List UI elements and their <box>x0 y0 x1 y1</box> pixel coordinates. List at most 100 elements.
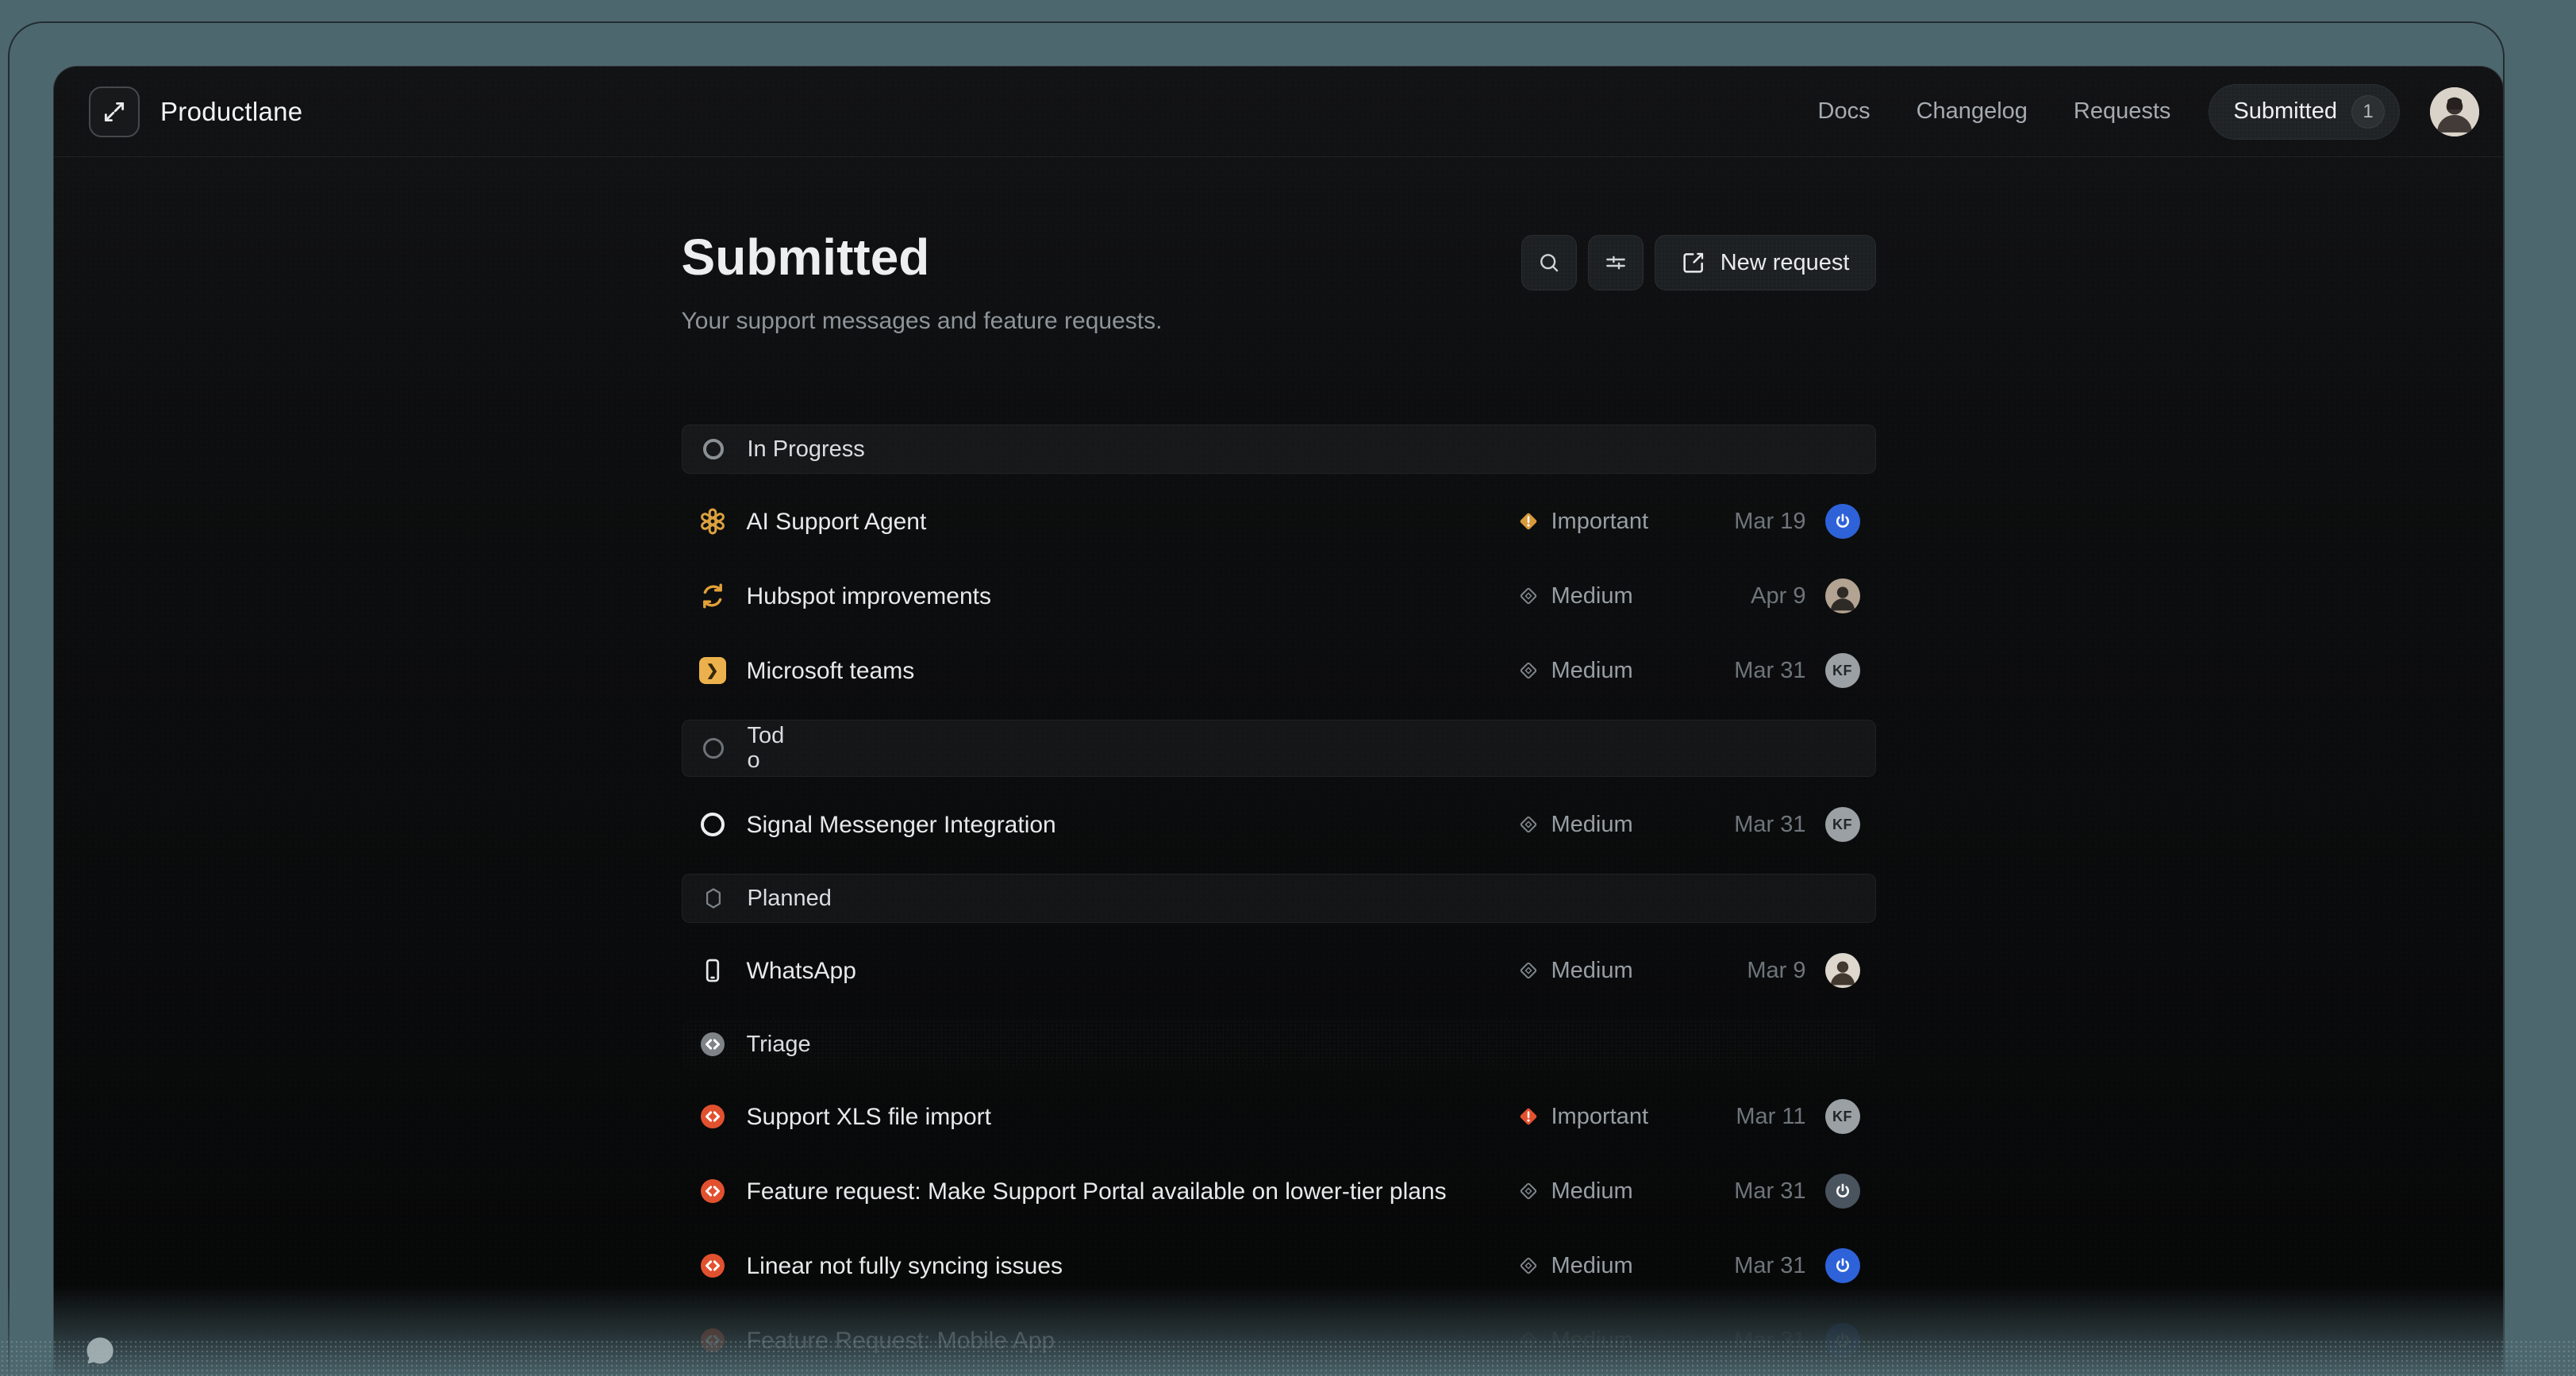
productlane-logo[interactable] <box>89 86 140 137</box>
section-status-icon <box>698 1029 728 1059</box>
compose-icon <box>1681 250 1706 275</box>
priority-medium-icon <box>1517 1328 1540 1352</box>
section-status-icon <box>698 883 729 913</box>
page-heading-block: Submitted Your support messages and feat… <box>682 229 1163 335</box>
request-title: Signal Messenger Integration <box>747 813 1056 837</box>
nav-links: Docs Changelog Requests <box>1818 98 2171 125</box>
triage-icon <box>698 1101 728 1132</box>
priority-medium-icon <box>1517 1179 1540 1203</box>
submitted-count-badge: 1 <box>2351 95 2385 129</box>
filter-sliders-icon <box>1603 250 1628 275</box>
filter-button[interactable] <box>1588 235 1644 290</box>
assignee-avatar-photo <box>1825 953 1860 988</box>
priority: Medium <box>1517 812 1687 838</box>
user-avatar[interactable] <box>2430 87 2479 136</box>
nav-item-docs[interactable]: Docs <box>1818 98 1870 125</box>
priority-medium-icon <box>1517 659 1540 682</box>
request-date: Mar 31 <box>1687 812 1806 838</box>
request-meta: Medium Apr 9 <box>1517 578 1860 613</box>
request-title: Feature request: Make Support Portal ava… <box>747 1179 1447 1204</box>
request-title: Support XLS file import <box>747 1105 991 1129</box>
section-label: Triage <box>747 1032 811 1057</box>
assignee-avatar-power <box>1825 1248 1860 1283</box>
nav-item-changelog[interactable]: Changelog <box>1917 98 2028 125</box>
request-row[interactable]: Support XLS file importImportantMar 11KF <box>682 1091 1876 1142</box>
triage-icon <box>698 1176 728 1206</box>
assignee-avatar-initials: KF <box>1825 807 1860 842</box>
page-subtitle: Your support messages and feature reques… <box>682 308 1163 335</box>
assignee-avatar-power <box>1825 1174 1860 1209</box>
priority: Important <box>1517 1104 1687 1130</box>
priority-label: Medium <box>1551 958 1633 984</box>
submitted-label: Submitted <box>2233 98 2337 125</box>
nav-item-submitted[interactable]: Submitted 1 <box>2209 84 2400 140</box>
section-label: Planned <box>748 886 832 911</box>
section-label: In Progress <box>748 437 865 462</box>
priority: Medium <box>1517 658 1687 684</box>
request-row[interactable]: Feature Request: Mobile App MediumMar 31 <box>682 1315 1876 1366</box>
nav-item-requests[interactable]: Requests <box>2074 98 2171 125</box>
brand-title: Productlane <box>160 97 302 127</box>
section-status-icon <box>698 434 729 464</box>
priority: Medium <box>1517 1178 1687 1205</box>
priority-medium-icon <box>1517 959 1540 982</box>
priority-label: Medium <box>1551 658 1633 684</box>
request-title: AI Support Agent <box>747 509 927 534</box>
priority-label: Medium <box>1551 1178 1633 1205</box>
request-date: Mar 31 <box>1687 658 1806 684</box>
request-meta: MediumMar 31 <box>1517 1323 1860 1358</box>
request-row[interactable]: WhatsAppMediumMar 9 <box>682 945 1876 996</box>
assignee-avatar-initials: KF <box>1825 653 1860 688</box>
request-row[interactable]: Hubspot improvementsMediumApr 9 <box>682 571 1876 621</box>
request-date: Mar 31 <box>1687 1253 1806 1279</box>
request-date: Mar 19 <box>1687 509 1806 535</box>
assignee-avatar-power <box>1825 504 1860 539</box>
priority-label: Medium <box>1551 1328 1633 1354</box>
priority: Medium <box>1517 958 1687 984</box>
triage-icon <box>698 1251 728 1281</box>
priority-label: Medium <box>1551 1253 1633 1279</box>
priority-label: Medium <box>1551 812 1633 838</box>
request-row[interactable]: Linear not fully syncing issuesMediumMar… <box>682 1240 1876 1291</box>
request-row[interactable]: ❯Microsoft teamsMediumMar 31KF <box>682 645 1876 696</box>
triage-icon <box>698 1325 728 1355</box>
page-actions: New request <box>1521 235 1876 290</box>
priority: Medium <box>1517 1328 1687 1354</box>
request-row[interactable]: Signal Messenger Integration Medium Mar 31… <box>682 799 1876 850</box>
new-request-label: New request <box>1721 250 1850 276</box>
requests-list: In Progress AI Support Agent Important Mar … <box>682 425 1876 1366</box>
sync-icon <box>698 581 728 611</box>
section-header-planned[interactable]: Planned <box>682 874 1876 923</box>
chat-widget-button[interactable] <box>83 1333 117 1368</box>
diagonal-arrows-icon <box>101 98 128 125</box>
priority-medium-icon <box>1517 1254 1540 1278</box>
section-status-icon <box>698 733 729 763</box>
request-meta: Medium Mar 31 <box>1517 1248 1860 1283</box>
section-header-tod-o[interactable]: Tod o <box>682 720 1876 777</box>
priority-medium-icon <box>1517 584 1540 608</box>
request-meta: MediumMar 31 <box>1517 1174 1860 1209</box>
priority-label: Medium <box>1551 583 1633 609</box>
app-window: Productlane Docs Changelog Requests Submit… <box>53 66 2504 1376</box>
request-meta: Medium Mar 31 KF <box>1517 653 1860 688</box>
page-title: Submitted <box>682 229 1163 286</box>
priority-label: Important <box>1551 1104 1649 1130</box>
section-header-in-progress[interactable]: In Progress <box>682 425 1876 474</box>
request-title: Feature Request: Mobile App <box>747 1328 1055 1353</box>
request-meta: Important Mar 19 <box>1517 504 1860 539</box>
section-header-triage[interactable]: Triage <box>682 1020 1876 1069</box>
request-row[interactable]: AI Support Agent Important Mar 19 <box>682 496 1876 547</box>
request-meta: Medium Mar 9 <box>1517 953 1860 988</box>
request-date: Mar 9 <box>1687 958 1806 984</box>
assignee-avatar-power <box>1825 1323 1860 1358</box>
phone-icon <box>698 955 728 986</box>
new-request-button[interactable]: New request <box>1655 235 1876 290</box>
assignee-avatar-initials: KF <box>1825 1099 1860 1134</box>
request-title: Microsoft teams <box>747 659 915 683</box>
priority-important-icon <box>1517 1105 1540 1128</box>
ring-white-icon <box>698 809 728 840</box>
request-row[interactable]: Feature request: Make Support Portal ava… <box>682 1166 1876 1216</box>
search-button[interactable] <box>1521 235 1577 290</box>
priority-label: Important <box>1551 509 1649 535</box>
request-date: Apr 9 <box>1687 583 1806 609</box>
